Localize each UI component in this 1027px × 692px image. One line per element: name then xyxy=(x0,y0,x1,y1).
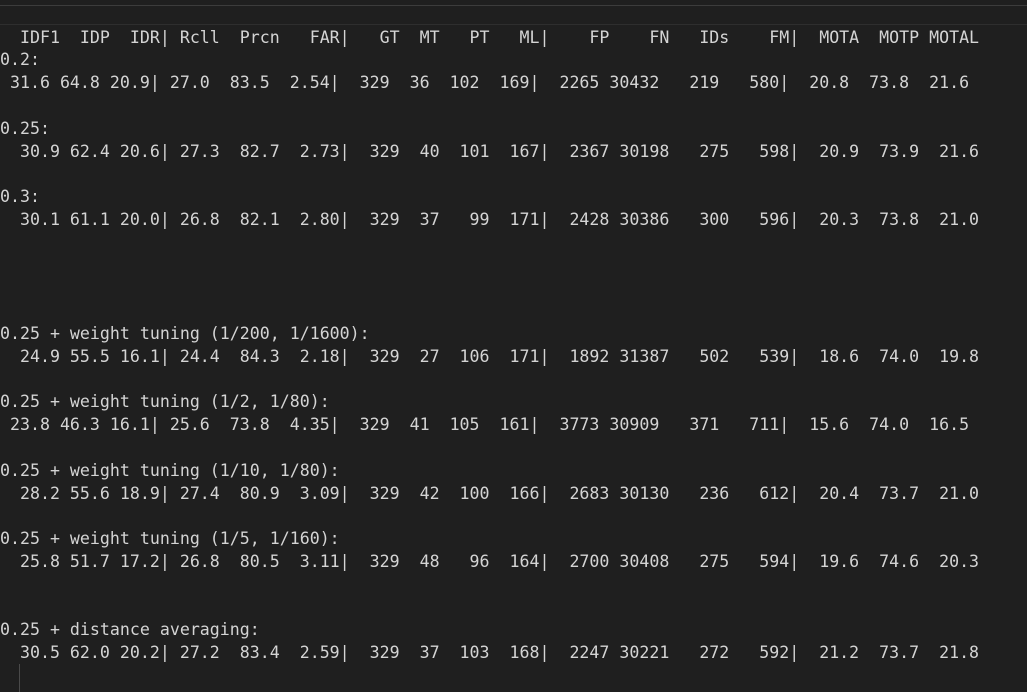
indent-guide xyxy=(19,664,20,692)
results-line[interactable]: 30.5 62.0 20.2| 27.2 83.4 2.59| 329 37 1… xyxy=(0,643,979,663)
results-line[interactable]: 24.9 55.5 16.1| 24.4 84.3 2.18| 329 27 1… xyxy=(0,347,979,367)
section-label-weight-tuning-1-10[interactable]: 0.25 + weight tuning (1/10, 1/80): xyxy=(0,461,340,481)
text-editor[interactable]: IDF1 IDP IDR| Rcll Prcn FAR| GT MT PT ML… xyxy=(0,0,1027,692)
results-line[interactable]: 28.2 55.6 18.9| 27.4 80.9 3.09| 329 42 1… xyxy=(0,484,979,504)
editor-top-border xyxy=(0,5,1027,6)
results-line[interactable]: 30.1 61.1 20.0| 26.8 82.1 2.80| 329 37 9… xyxy=(0,210,979,230)
results-line[interactable]: 23.8 46.3 16.1| 25.6 73.8 4.35| 329 41 1… xyxy=(0,415,969,435)
section-label-0-3[interactable]: 0.3: xyxy=(0,187,40,207)
section-label-weight-tuning-1-200[interactable]: 0.25 + weight tuning (1/200, 1/1600): xyxy=(0,324,370,344)
section-label-distance-averaging[interactable]: 0.25 + distance averaging: xyxy=(0,620,260,640)
section-label-weight-tuning-1-5[interactable]: 0.25 + weight tuning (1/5, 1/160): xyxy=(0,529,340,549)
table-header-line[interactable]: IDF1 IDP IDR| Rcll Prcn FAR| GT MT PT ML… xyxy=(0,28,979,48)
section-label-weight-tuning-1-2[interactable]: 0.25 + weight tuning (1/2, 1/80): xyxy=(0,392,330,412)
results-line[interactable]: 31.6 64.8 20.9| 27.0 83.5 2.54| 329 36 1… xyxy=(0,73,969,93)
section-label-0-2[interactable]: 0.2: xyxy=(0,50,40,70)
section-label-0-25[interactable]: 0.25: xyxy=(0,119,50,139)
results-line[interactable]: 25.8 51.7 17.2| 26.8 80.5 3.11| 329 48 9… xyxy=(0,552,979,572)
results-line[interactable]: 30.9 62.4 20.6| 27.3 82.7 2.73| 329 40 1… xyxy=(0,142,979,162)
editor-divider xyxy=(0,24,1027,25)
